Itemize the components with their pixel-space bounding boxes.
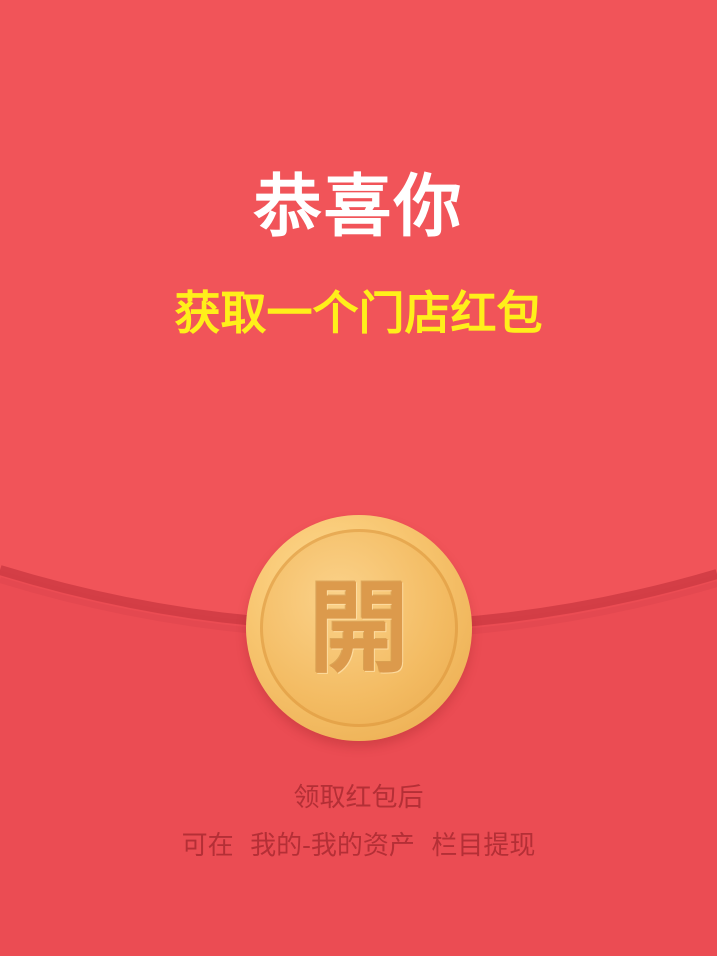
open-button-label: 開 (309, 569, 409, 687)
instruction-line-2: 可在 我的-我的资产 栏目提现 (181, 831, 536, 861)
reward-subtitle: 获取一个门店红包 (174, 286, 543, 340)
open-envelope-button[interactable]: 開 (246, 515, 472, 741)
red-envelope: 恭喜你 获取一个门店红包 開 领取红包后 可在 我的-我的资产 栏目提现 (0, 0, 717, 956)
congrats-title: 恭喜你 (253, 168, 464, 247)
instruction-line-1: 领取红包后 (293, 783, 424, 813)
